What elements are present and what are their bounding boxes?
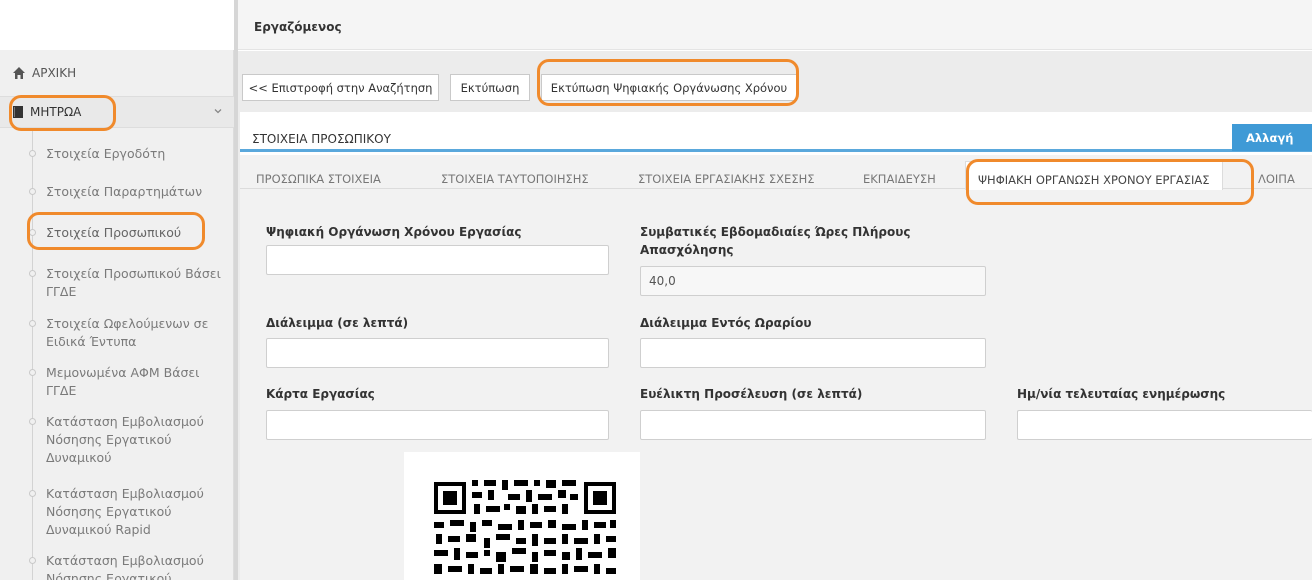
last-update-label: Ημ/νία τελευταίας ενημέρωσης: [1017, 387, 1226, 401]
sidebar-item-vaccination-rapid[interactable]: Κατάσταση Εμβολιασμού Νόσησης Εργατικού …: [46, 485, 226, 539]
sidebar-item-beneficiaries[interactable]: Στοιχεία Ωφελούμενων σε Ειδικά Έντυπα: [46, 315, 226, 351]
digital-org-label: Ψηφιακή Οργάνωση Χρόνου Εργασίας: [266, 225, 522, 239]
flex-arrival-field[interactable]: [640, 410, 986, 440]
sidebar-item-employer[interactable]: Στοιχεία Εργοδότη: [46, 145, 226, 163]
submenu-bullet: [29, 557, 36, 564]
tab-identification[interactable]: ΣΤΟΙΧΕΙΑ ΤΑΥΤΟΠΟΙΗΣΗΣ: [441, 172, 589, 186]
sidebar-item-home-label: ΑΡΧΙΚΗ: [32, 66, 77, 80]
digital-org-field[interactable]: [266, 245, 609, 275]
submenu-bullet: [29, 418, 36, 425]
submenu-bullet: [29, 150, 36, 157]
submenu-tree-line: [32, 130, 33, 580]
panel-header: ΣΤΟΙΧΕΙΑ ΠΡΟΣΩΠΙΚΟΥ Αλλαγή: [240, 112, 1312, 152]
break-within-label: Διάλειμμα Εντός Ωραρίου: [640, 316, 812, 330]
tab-strip: ΠΡΟΣΩΠΙΚΑ ΣΤΟΙΧΕΙΑ ΣΤΟΙΧΕΙΑ ΤΑΥΤΟΠΟΙΗΣΗΣ…: [240, 155, 1312, 190]
sidebar: ΑΡΧΙΚΗ ΜΗΤΡΩΑ Στοιχεία Εργοδότη Στοιχεία…: [0, 0, 234, 580]
sidebar-item-registry[interactable]: ΜΗΤΡΩΑ: [0, 96, 234, 128]
panel-title: ΣΤΟΙΧΕΙΑ ΠΡΟΣΩΠΙΚΟΥ: [252, 132, 391, 146]
tab-personal[interactable]: ΠΡΟΣΩΠΙΚΑ ΣΤΟΙΧΕΙΑ: [256, 172, 381, 186]
print-digital-time-button[interactable]: Εκτύπωση Ψηφιακής Οργάνωσης Χρόνου: [541, 74, 797, 101]
action-toolbar: << Επιστροφή στην Αναζήτηση Εκτύπωση Εκτ…: [238, 51, 1312, 106]
book-icon: [13, 106, 23, 118]
page-header: Εργαζόμενος: [238, 0, 1312, 50]
break-minutes-field[interactable]: [266, 338, 609, 368]
break-within-field[interactable]: [640, 338, 986, 368]
sidebar-item-afm-ggde[interactable]: Μεμονωμένα ΑΦΜ Βάσει ΓΓΔΕ: [46, 364, 226, 400]
flex-arrival-label: Ευέλικτη Προσέλευση (σε λεπτά): [640, 387, 863, 401]
chevron-down-icon[interactable]: [212, 105, 224, 117]
break-minutes-label: Διάλειμμα (σε λεπτά): [266, 316, 409, 330]
tab-other[interactable]: ΛΟΙΠΑ: [1258, 172, 1295, 186]
tab-digital-time[interactable]: ΨΗΦΙΑΚΗ ΟΡΓΑΝΩΣΗ ΧΡΟΝΟΥ ΕΡΓΑΣΙΑΣ: [965, 161, 1223, 190]
tab-education[interactable]: ΕΚΠΑΙΔΕΥΣΗ: [863, 172, 936, 186]
submenu-bullet: [29, 229, 36, 236]
submenu-bullet: [29, 320, 36, 327]
sidebar-item-branches[interactable]: Στοιχεία Παραρτημάτων: [46, 183, 226, 201]
tab-employment[interactable]: ΣΤΟΙΧΕΙΑ ΕΡΓΑΣΙΑΚΗΣ ΣΧΕΣΗΣ: [638, 172, 815, 186]
work-card-label: Κάρτα Εργασίας: [266, 387, 375, 401]
sidebar-item-staff-ggde[interactable]: Στοιχεία Προσωπικού Βάσει ΓΓΔΕ: [46, 265, 226, 301]
submenu-bullet: [29, 270, 36, 277]
sidebar-item-vaccination-2[interactable]: Κατάσταση Εμβολιασμού Νόσησης Εργατικού: [46, 552, 226, 580]
weekly-hours-field[interactable]: [640, 266, 986, 296]
sidebar-item-staff[interactable]: Στοιχεία Προσωπικού: [46, 224, 226, 242]
submenu-bullet: [29, 490, 36, 497]
sidebar-item-home[interactable]: ΑΡΧΙΚΗ: [0, 58, 234, 88]
submenu-bullet: [29, 369, 36, 376]
sidebar-item-registry-label: ΜΗΤΡΩΑ: [30, 105, 82, 119]
print-button[interactable]: Εκτύπωση: [450, 74, 530, 101]
back-to-search-button[interactable]: << Επιστροφή στην Αναζήτηση: [242, 74, 439, 101]
last-update-field[interactable]: [1017, 410, 1312, 440]
change-button[interactable]: Αλλαγή: [1232, 124, 1312, 151]
weekly-hours-label: Συμβατικές Εβδομαδιαίες Ώρες Πλήρους Απα…: [640, 225, 911, 257]
submenu-bullet: [29, 188, 36, 195]
work-card-field[interactable]: [266, 410, 609, 440]
qr-code-container: [404, 452, 640, 580]
sidebar-item-vaccination[interactable]: Κατάσταση Εμβολιασμού Νόσησης Εργατικού …: [46, 413, 226, 467]
page-title: Εργαζόμενος: [254, 20, 342, 34]
sidebar-logo-area: [0, 0, 234, 50]
home-icon: [13, 67, 25, 79]
qr-code-icon: [434, 480, 616, 574]
